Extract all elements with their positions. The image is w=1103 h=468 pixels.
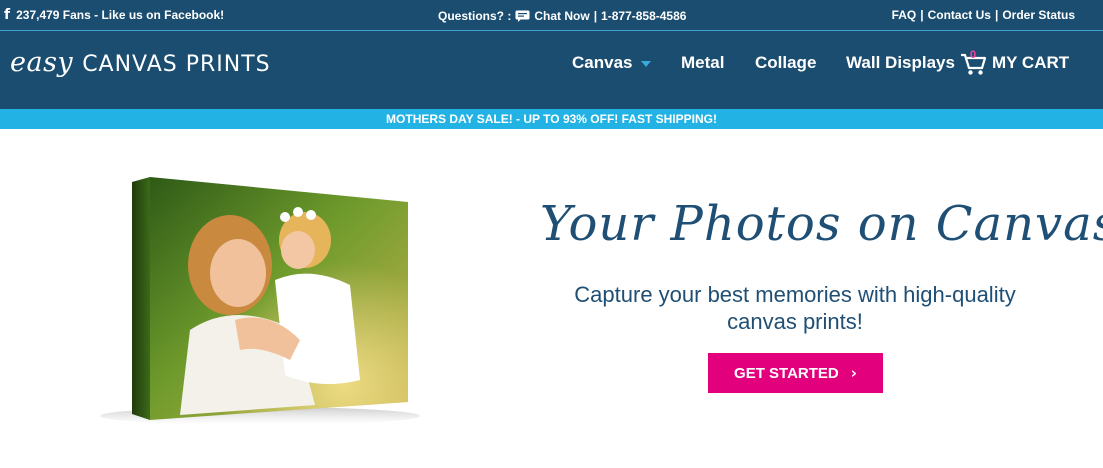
questions-label: Questions? : <box>438 9 512 23</box>
facebook-link[interactable]: f 237,479 Fans - Like us on Facebook! <box>4 8 224 22</box>
facebook-icon[interactable]: f <box>4 8 10 22</box>
top-bar: f 237,479 Fans - Like us on Facebook! Qu… <box>0 0 1103 31</box>
utility-links: FAQ | Contact Us | Order Status <box>892 8 1075 22</box>
hero-headline: Your Photos on Canvas! <box>540 196 1103 252</box>
site-header: f 237,479 Fans - Like us on Facebook! Qu… <box>0 0 1103 109</box>
hero-subtext-line1: Capture your best memories with high-qua… <box>574 282 1016 307</box>
cart-label: MY CART <box>992 53 1070 72</box>
contact-strip: Questions? : Chat Now | 1-877-858-4586 <box>438 9 686 23</box>
hero-subtext-line2: canvas prints! <box>727 309 863 334</box>
phone-link[interactable]: 1-877-858-4586 <box>601 9 686 23</box>
nav-wall-displays-label: Wall Displays <box>846 53 955 72</box>
nav-collage[interactable]: Collage <box>755 53 816 73</box>
separator: | <box>920 8 924 22</box>
order-status-link[interactable]: Order Status <box>1002 8 1075 22</box>
hero-subtext: Capture your best memories with high-qua… <box>545 281 1045 335</box>
faq-link[interactable]: FAQ <box>892 8 917 22</box>
nav-collage-label: Collage <box>755 53 817 72</box>
nav-canvas-label: Canvas <box>572 53 633 72</box>
get-started-label: GET STARTED <box>734 364 839 382</box>
nav-canvas[interactable]: Canvas <box>572 53 652 73</box>
cart-link[interactable]: 0 MY CART <box>960 49 1069 77</box>
nav-metal[interactable]: Metal <box>681 53 724 73</box>
nav-metal-label: Metal <box>681 53 725 72</box>
facebook-fans-text[interactable]: 237,479 Fans - Like us on Facebook! <box>16 8 224 22</box>
logo-canvas-prints: CANVAS PRINTS <box>82 52 271 77</box>
cart-icon: 0 <box>960 49 988 77</box>
caret-down-icon <box>641 61 652 67</box>
get-started-button[interactable]: GET STARTED › <box>708 353 883 393</box>
cart-count-badge: 0 <box>970 49 977 61</box>
promo-banner[interactable]: MOTHERS DAY SALE! - UP TO 93% OFF! FAST … <box>0 109 1103 129</box>
nav-wall-displays[interactable]: Wall Displays <box>846 53 955 73</box>
contact-us-link[interactable]: Contact Us <box>928 8 991 22</box>
logo-easy: easy <box>10 47 74 78</box>
chat-now-link[interactable]: Chat Now <box>534 9 589 23</box>
canvas-photo-image <box>100 177 420 425</box>
chat-icon[interactable] <box>515 10 530 22</box>
separator: | <box>593 9 598 23</box>
separator: | <box>994 8 999 22</box>
chevron-right-icon: › <box>850 364 857 382</box>
site-logo[interactable]: easy CANVAS PRINTS <box>10 47 271 78</box>
